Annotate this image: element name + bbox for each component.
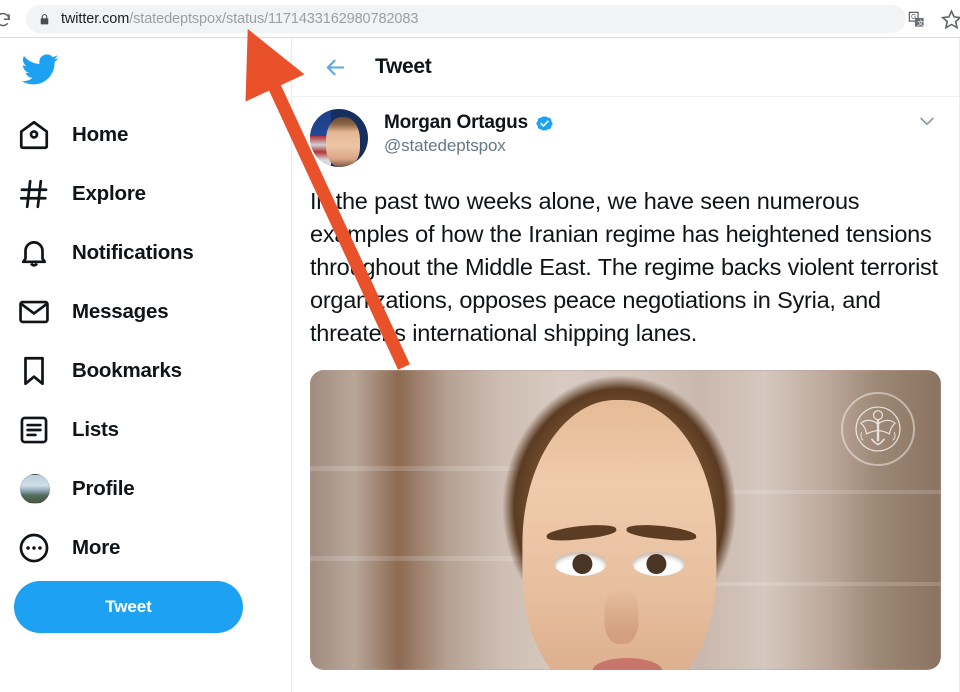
avatar-portrait — [326, 117, 360, 167]
author-name-row: Morgan Ortagus — [384, 112, 554, 134]
verified-badge-icon — [536, 116, 553, 130]
hashtag-icon — [17, 177, 51, 211]
url-text: twitter.com/statedeptspox/status/1171433… — [61, 11, 418, 27]
lock-icon — [40, 13, 49, 24]
envelope-icon — [17, 295, 51, 329]
sidebar-item-home[interactable]: Home — [0, 105, 292, 164]
more-ellipsis-icon — [17, 531, 51, 565]
chevron-down-icon[interactable] — [917, 111, 937, 131]
author-handle[interactable]: @statedeptspox — [384, 136, 554, 156]
bell-icon — [17, 236, 51, 270]
author-name-block: Morgan Ortagus @statedeptspox — [384, 109, 554, 156]
sidebar-item-label: Profile — [72, 476, 135, 500]
media-subject — [453, 376, 784, 670]
author-display-name[interactable]: Morgan Ortagus — [384, 112, 528, 134]
twitter-bird-logo[interactable] — [20, 50, 60, 90]
page-title: Tweet — [375, 55, 432, 78]
subject-pupil — [571, 554, 592, 574]
sidebar-item-profile[interactable]: Profile — [0, 459, 292, 518]
sidebar-item-label: Notifications — [72, 240, 194, 264]
tweet-body-text: In the past two weeks alone, we have see… — [310, 188, 938, 346]
translate-icon[interactable]: G 文 — [907, 10, 926, 29]
list-icon — [17, 413, 51, 447]
avatar — [20, 473, 50, 504]
sidebar-item-more[interactable]: More — [0, 518, 292, 577]
page-body: Home Explore Notifications Messages Book… — [0, 38, 960, 692]
bookmark-icon — [17, 354, 51, 388]
browser-toolbar: twitter.com/statedeptspox/status/1171433… — [0, 0, 960, 38]
sidebar-item-label: Home — [72, 122, 129, 146]
tweet-media[interactable] — [310, 370, 941, 670]
sidebar: Home Explore Notifications Messages Book… — [0, 38, 292, 692]
screenshot-root: twitter.com/statedeptspox/status/1171433… — [0, 0, 960, 692]
back-arrow-icon[interactable] — [324, 56, 347, 79]
url-path: /statedeptspox/status/117143316298078208… — [129, 11, 419, 27]
sidebar-item-label: Messages — [72, 299, 169, 323]
sidebar-item-explore[interactable]: Explore — [0, 164, 292, 223]
profile-avatar — [17, 472, 51, 506]
state-department-seal-icon — [841, 392, 915, 466]
column-header: Tweet — [292, 38, 959, 97]
url-domain: twitter.com — [61, 11, 130, 27]
address-bar[interactable]: twitter.com/statedeptspox/status/1171433… — [26, 5, 906, 33]
bookmark-star-icon[interactable] — [941, 9, 960, 30]
home-icon — [17, 118, 51, 152]
sidebar-item-lists[interactable]: Lists — [0, 400, 292, 459]
sidebar-nav: Home Explore Notifications Messages Book… — [0, 105, 292, 577]
tweet-compose-button[interactable]: Tweet — [14, 581, 243, 633]
tweet-author-row: Morgan Ortagus @statedeptspox — [292, 97, 959, 167]
subject-pupil — [645, 554, 666, 574]
sidebar-item-notifications[interactable]: Notifications — [0, 223, 292, 282]
sidebar-item-bookmarks[interactable]: Bookmarks — [0, 341, 292, 400]
reload-icon[interactable] — [0, 11, 12, 29]
sidebar-item-label: Explore — [72, 181, 146, 205]
svg-text:文: 文 — [917, 18, 924, 27]
sidebar-item-label: Bookmarks — [72, 358, 182, 382]
tweet-detail-column: Tweet Morgan Ortagus @statedeptspox In t… — [292, 38, 960, 692]
avatar[interactable] — [310, 109, 368, 167]
sidebar-item-label: More — [72, 535, 121, 559]
sidebar-item-label: Lists — [72, 417, 119, 441]
subject-nose — [603, 588, 638, 644]
sidebar-item-messages[interactable]: Messages — [0, 282, 292, 341]
